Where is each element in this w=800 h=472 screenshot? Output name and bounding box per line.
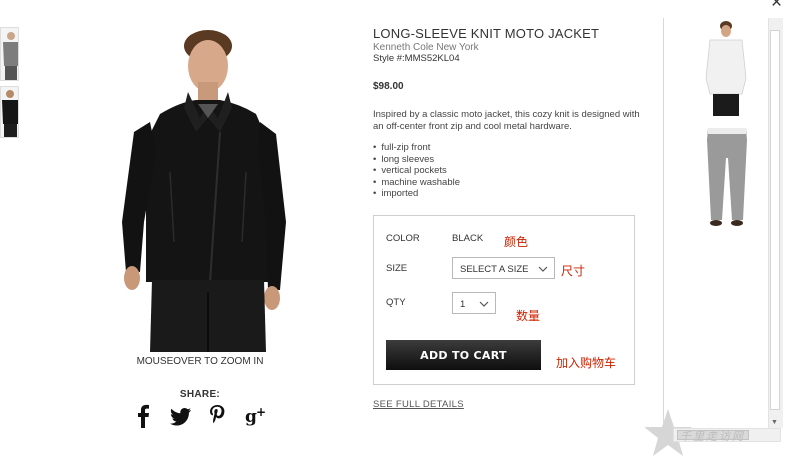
- size-select[interactable]: SELECT A SIZE: [452, 257, 555, 279]
- svg-text:+: +: [256, 405, 266, 419]
- product-title: LONG-SLEEVE KNIT MOTO JACKET: [373, 26, 600, 41]
- scrollbar-thumb[interactable]: [770, 30, 780, 410]
- feature-list: full-zip front long sleeves vertical poc…: [373, 142, 460, 200]
- feature-item: full-zip front: [373, 142, 460, 154]
- qty-select[interactable]: 1: [452, 292, 496, 314]
- see-full-details-link[interactable]: SEE FULL DETAILS: [373, 399, 464, 410]
- size-select-value: SELECT A SIZE: [460, 264, 529, 275]
- thumbnail-grey-sweater[interactable]: [0, 27, 19, 81]
- annotation-size: 尺寸: [561, 264, 586, 278]
- chevron-down-icon: [538, 266, 548, 272]
- share-label: SHARE:: [179, 389, 221, 400]
- annotation-qty: 数量: [516, 309, 541, 323]
- google-plus-icon[interactable]: g +: [245, 404, 269, 430]
- related-product-white-sweater[interactable]: [700, 18, 750, 120]
- product-main-image[interactable]: [100, 22, 290, 352]
- add-to-cart-button[interactable]: ADD TO CART: [386, 340, 541, 370]
- annotation-color: 颜色: [504, 235, 529, 249]
- watermark-text: 千里走访网: [680, 430, 745, 443]
- thumbnail-black-jacket[interactable]: [0, 86, 19, 138]
- color-value: BLACK: [452, 233, 484, 244]
- facebook-icon[interactable]: [134, 404, 152, 430]
- pinterest-icon[interactable]: [208, 404, 226, 430]
- qty-label: QTY: [386, 297, 406, 308]
- annotation-cart: 加入购物车: [556, 356, 617, 370]
- twitter-icon[interactable]: [170, 404, 192, 430]
- zoom-hint: MOUSEOVER TO ZOOM IN: [136, 356, 264, 367]
- product-style-number: Style #:MMS52KL04: [373, 53, 460, 64]
- product-brand: Kenneth Cole New York: [373, 42, 479, 53]
- product-description: Inspired by a classic moto jacket, this …: [373, 109, 640, 132]
- product-price: $98.00: [373, 81, 404, 92]
- color-label: COLOR: [386, 233, 420, 244]
- feature-item: long sleeves: [373, 154, 460, 166]
- size-label: SIZE: [386, 263, 408, 274]
- related-product-grey-jeans[interactable]: [700, 128, 754, 228]
- feature-item: machine washable: [373, 177, 460, 189]
- panel-divider: [663, 18, 664, 423]
- chevron-down-icon: [479, 301, 489, 307]
- close-icon[interactable]: ×: [771, 0, 782, 14]
- feature-item: vertical pockets: [373, 165, 460, 177]
- qty-select-value: 1: [460, 299, 466, 310]
- feature-item: imported: [373, 188, 460, 200]
